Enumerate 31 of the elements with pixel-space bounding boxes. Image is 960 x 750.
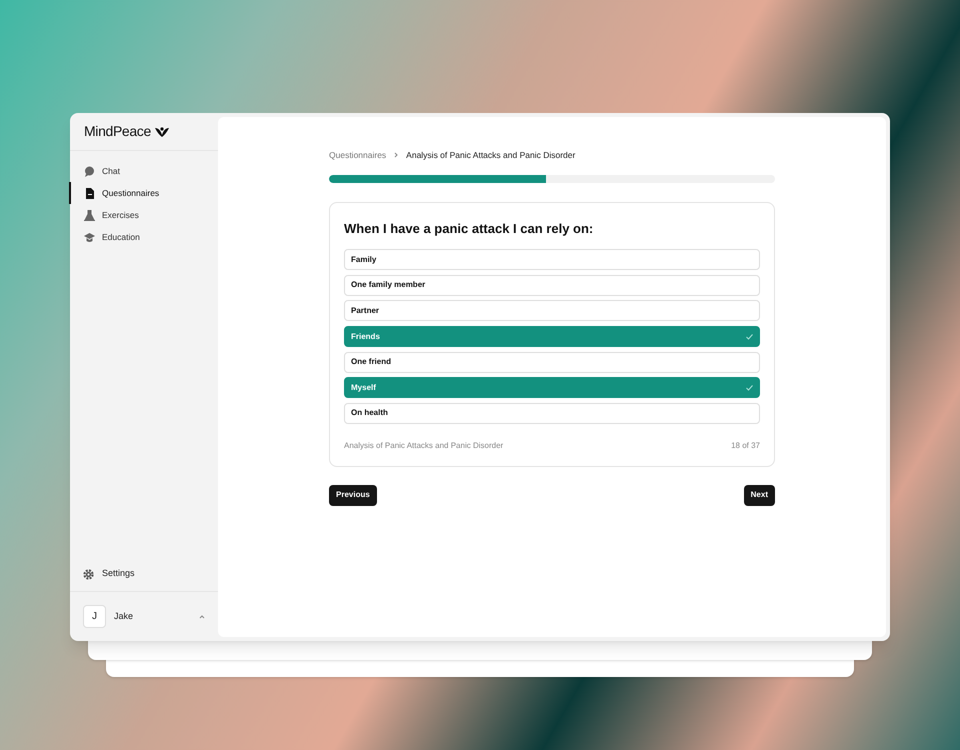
- answer-option[interactable]: Myself: [344, 377, 760, 398]
- chevron-right-icon: [394, 152, 398, 158]
- chevron-up-icon[interactable]: [199, 614, 205, 618]
- document-icon: [84, 188, 95, 198]
- chat-bubble-icon: [84, 166, 95, 176]
- graduation-cap-icon: [84, 232, 95, 242]
- settings-icon: [83, 568, 94, 580]
- question-title: When I have a panic attack I can rely on:: [344, 220, 594, 238]
- flask-icon: [84, 210, 95, 220]
- settings-button[interactable]: Settings: [70, 567, 148, 581]
- answer-option[interactable]: Partner: [344, 300, 760, 322]
- check-icon: [746, 384, 753, 391]
- nav-item[interactable]: Chat: [69, 160, 218, 182]
- leaf-logo-icon: [154, 126, 169, 136]
- user-avatar: J: [83, 605, 106, 628]
- answer-option[interactable]: One friend: [344, 352, 760, 373]
- answer-option[interactable]: Friends: [344, 326, 760, 348]
- nav-item[interactable]: Exercises: [69, 204, 218, 226]
- answer-option[interactable]: Family: [344, 249, 760, 270]
- question-counter: 18 of 37: [731, 440, 760, 452]
- check-icon: [746, 334, 753, 340]
- user-name: Jake: [114, 610, 134, 623]
- questionnaire-name: Analysis of Panic Attacks and Panic Disorder: [344, 440, 504, 452]
- answer-option[interactable]: One family member: [344, 274, 760, 296]
- breadcrumb-link[interactable]: Questionnaires: [329, 149, 386, 162]
- nav-item[interactable]: Education: [69, 226, 218, 248]
- next-button[interactable]: Next: [744, 484, 775, 506]
- answer-option[interactable]: On health: [344, 402, 760, 424]
- breadcrumb-current: Analysis of Panic Attacks and Panic Disorder: [406, 149, 576, 162]
- previous-button[interactable]: Previous: [329, 484, 377, 506]
- app-logo: MindPeace: [84, 122, 151, 141]
